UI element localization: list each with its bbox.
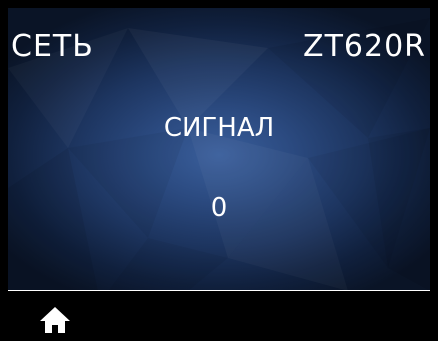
menu-title: СЕТЬ [11, 29, 94, 64]
setting-label: СИГНАЛ [163, 113, 275, 143]
header-bar: СЕТЬ ZT620R [8, 8, 430, 68]
display-panel: СЕТЬ ZT620R СИГНАЛ 0 [8, 8, 430, 291]
setting-value[interactable]: 0 [8, 192, 430, 224]
printer-display-screen: СЕТЬ ZT620R СИГНАЛ 0 [0, 0, 438, 341]
printer-model: ZT620R [303, 29, 426, 64]
home-button[interactable] [38, 305, 72, 335]
home-icon [40, 307, 70, 333]
footer-bar [8, 291, 430, 341]
